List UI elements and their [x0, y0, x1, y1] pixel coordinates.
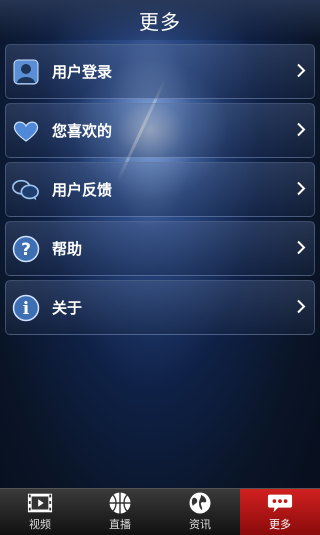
tab-label: 视频: [29, 518, 51, 531]
basketball-icon: [107, 492, 133, 514]
menu-item-favorites[interactable]: 您喜欢的: [5, 103, 315, 158]
chevron-right-icon: [296, 239, 306, 258]
menu-item-about[interactable]: i 关于: [5, 280, 315, 335]
chat-bubbles-icon: [12, 176, 40, 204]
menu-item-label: 您喜欢的: [52, 122, 113, 140]
tab-video[interactable]: 视频: [0, 489, 80, 535]
menu-item-feedback[interactable]: 用户反馈: [5, 162, 315, 217]
user-login-icon: [12, 58, 40, 86]
more-menu: 用户登录 您喜欢的 用户反馈 ? 帮助 i 关于: [5, 44, 315, 339]
menu-item-user-login[interactable]: 用户登录: [5, 44, 315, 99]
chevron-right-icon: [296, 121, 306, 140]
chevron-right-icon: [296, 180, 306, 199]
bottom-tab-bar: 视频 直播 资讯 更多: [0, 488, 320, 535]
film-icon: [27, 492, 53, 514]
svg-text:?: ?: [21, 240, 31, 260]
tab-more[interactable]: 更多: [240, 489, 320, 535]
menu-item-label: 用户登录: [52, 63, 113, 81]
tab-label: 直播: [109, 518, 131, 531]
more-bubble-icon: [267, 492, 293, 514]
menu-item-label: 帮助: [52, 240, 83, 258]
header-bar: 更多: [0, 0, 320, 40]
chevron-right-icon: [296, 298, 306, 317]
menu-item-help[interactable]: ? 帮助: [5, 221, 315, 276]
tab-live[interactable]: 直播: [80, 489, 160, 535]
tab-news[interactable]: 资讯: [160, 489, 240, 535]
menu-item-label: 关于: [52, 299, 83, 317]
tab-label: 更多: [269, 518, 291, 531]
heart-icon: [12, 117, 40, 145]
svg-text:i: i: [23, 299, 30, 319]
tab-label: 资讯: [189, 518, 211, 531]
page-title: 更多: [139, 9, 181, 34]
globe-icon: [187, 492, 213, 514]
menu-item-label: 用户反馈: [52, 181, 113, 199]
help-icon: ?: [12, 235, 40, 263]
chevron-right-icon: [296, 62, 306, 81]
info-icon: i: [12, 294, 40, 322]
